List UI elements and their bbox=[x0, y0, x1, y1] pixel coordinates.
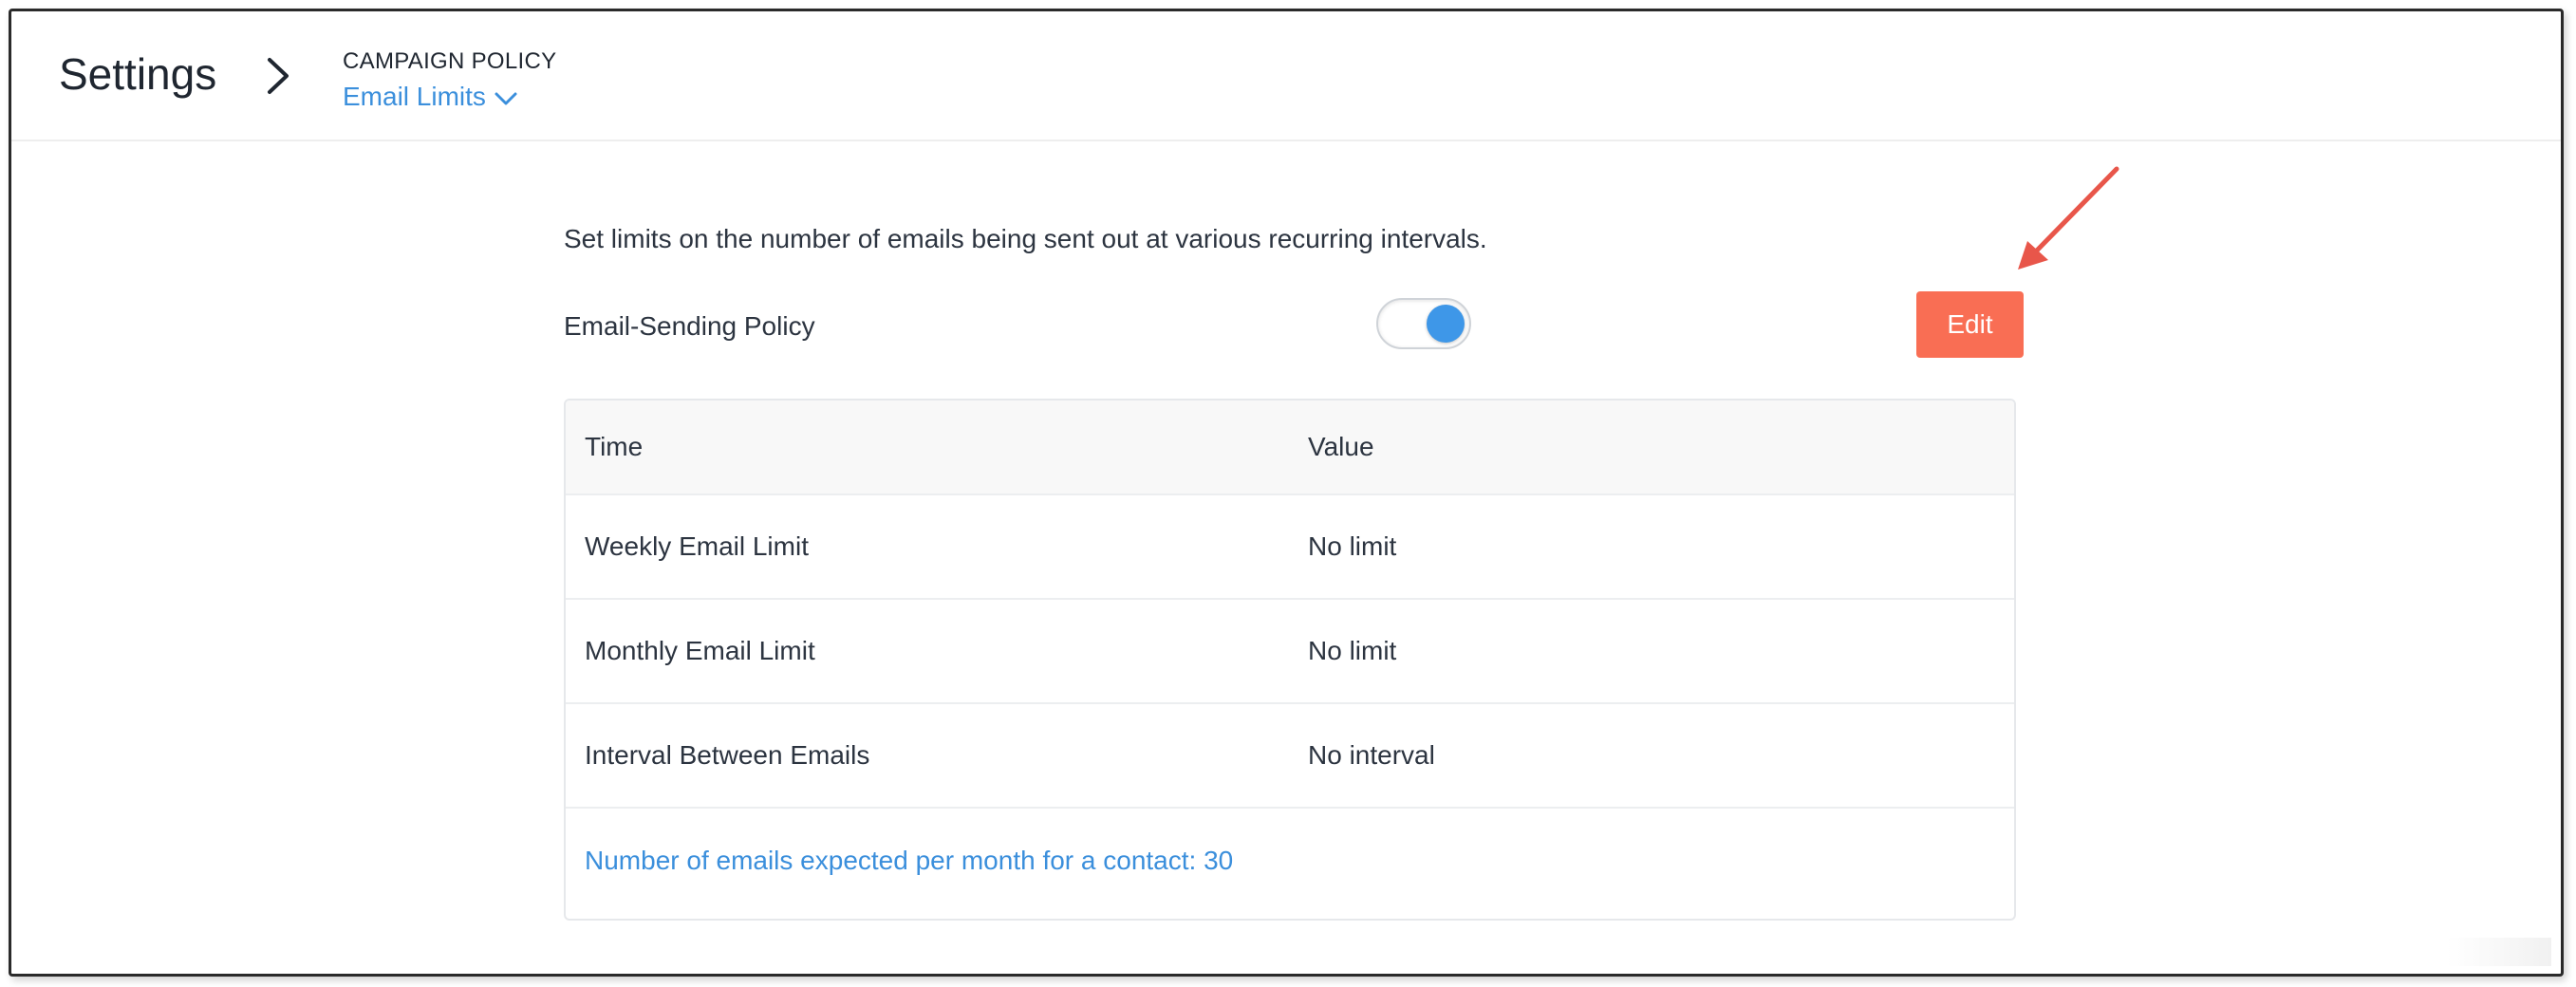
row-time: Interval Between Emails bbox=[585, 740, 870, 770]
row-value: No limit bbox=[1308, 636, 1397, 665]
row-time: Weekly Email Limit bbox=[585, 531, 809, 561]
table-row: Monthly Email Limit No limit bbox=[566, 600, 2014, 704]
app-window: Settings CAMPAIGN POLICY Email Limits Se… bbox=[9, 9, 2564, 977]
main-content: Set limits on the number of emails being… bbox=[564, 11, 2119, 974]
chevron-right-icon bbox=[268, 58, 289, 94]
column-header-time: Time bbox=[585, 432, 644, 461]
chevron-down-icon bbox=[495, 92, 517, 105]
table-header: Time Value bbox=[566, 400, 2014, 495]
breadcrumb-current: Email Limits bbox=[343, 82, 486, 111]
section-description: Set limits on the number of emails being… bbox=[564, 224, 1487, 253]
column-header-value: Value bbox=[1308, 432, 1374, 461]
corner-shade bbox=[2447, 938, 2551, 966]
row-time: Monthly Email Limit bbox=[585, 636, 815, 665]
edit-button[interactable]: Edit bbox=[1916, 291, 2024, 358]
page-title: Settings bbox=[59, 49, 217, 99]
row-value: No interval bbox=[1308, 740, 1435, 770]
policy-toggle-label: Email-Sending Policy bbox=[564, 311, 815, 341]
email-limits-table: Time Value Weekly Email Limit No limit M… bbox=[564, 399, 2016, 921]
annotation-arrow-icon bbox=[2018, 166, 2119, 270]
email-limits-dropdown[interactable]: Email Limits bbox=[343, 80, 518, 114]
table-row: Interval Between Emails No interval bbox=[566, 704, 2014, 809]
table-row: Weekly Email Limit No limit bbox=[566, 495, 2014, 600]
breadcrumb-section: CAMPAIGN POLICY bbox=[343, 48, 557, 74]
toggle-knob bbox=[1427, 305, 1465, 343]
expected-emails-note: Number of emails expected per month for … bbox=[585, 846, 1234, 875]
email-sending-policy-toggle[interactable] bbox=[1376, 298, 1471, 349]
table-footer: Number of emails expected per month for … bbox=[566, 809, 2014, 913]
row-value: No limit bbox=[1308, 531, 1397, 561]
